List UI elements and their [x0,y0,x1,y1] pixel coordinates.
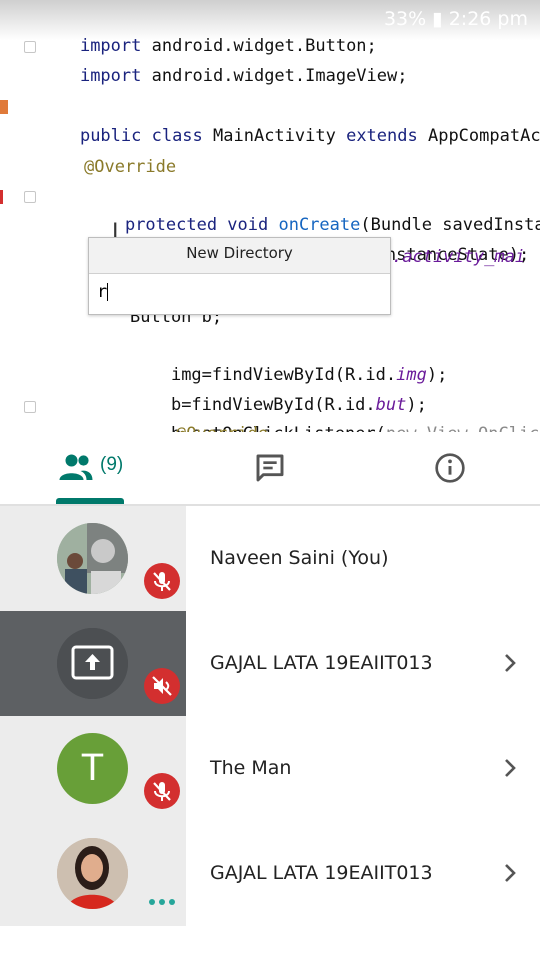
volume-muted-icon [144,668,180,704]
participant-tile [0,611,186,716]
active-tab-indicator [56,498,124,504]
code-line: b.setOnClickListener(new View.OnClick [130,392,540,432]
shared-screen: import android.widget.Button; import and… [0,0,540,432]
participant-tile: T [0,716,186,821]
participant-row[interactable]: Naveen Saini (You) [0,506,540,611]
tab-chat[interactable] [230,432,310,504]
tab-people[interactable]: (9) [40,432,150,504]
avatar [57,523,128,594]
code-line: @Override [176,420,268,432]
people-icon [59,454,93,480]
participant-row[interactable]: GAJAL LATA 19EAIIT013 [0,821,540,926]
presenting-icon [57,628,128,699]
fold-icon[interactable] [24,401,36,413]
new-directory-dialog: New Directory r [88,237,391,315]
code-text: ); [426,365,448,385]
code-text: AppCompatAc [427,126,540,146]
avatar-photo [57,838,128,909]
info-icon [435,453,465,483]
participant-tile [0,506,186,611]
participant-count: (9) [100,454,124,475]
directory-name-input[interactable]: r [97,282,109,302]
participant-name: GAJAL LATA 19EAIIT013 [210,652,433,674]
avatar-letter: T [80,747,105,789]
code-line: protected void onCreate(Bundle savedInst… [84,183,540,235]
avatar [57,838,128,909]
tab-info[interactable] [410,432,490,504]
directory-name-value: r [97,282,108,302]
chevron-right-icon[interactable] [498,861,522,885]
avatar: T [57,733,128,804]
avatar [57,628,128,699]
chevron-right-icon[interactable] [498,756,522,780]
code-text: new View.OnClick [386,424,540,432]
status-indicators: 33% ▮ 2:26 pm [383,8,528,30]
code-line: b=findViewById(R.id.but); [130,363,427,415]
code-keyword: public class [79,126,214,146]
code-line: img=findViewById(R.id.img); [130,333,447,385]
code-keyword: import [79,66,152,86]
participant-tile [0,821,186,926]
participant-name: The Man [210,757,292,779]
code-text: MainActivity [213,126,347,146]
mic-muted-icon [144,773,180,809]
status-bar: 33% ▮ 2:26 pm [0,0,540,40]
participant-row[interactable]: T The Man [0,716,540,821]
participant-row[interactable]: GAJAL LATA 19EAIIT013 [0,611,540,716]
code-keyword: extends [346,126,428,146]
gutter-marker [0,100,8,114]
participant-name: GAJAL LATA 19EAIIT013 [210,862,433,884]
code-line: .activity_mai [392,247,526,267]
avatar-photo [57,523,128,594]
code-line: @Override [84,157,177,177]
dialog-title: New Directory [89,238,390,274]
input-caret [107,283,109,301]
gutter-marker [0,190,3,204]
participant-name: Naveen Saini (You) [210,547,389,569]
chat-icon [256,454,284,482]
participant-tabs: (9) [0,432,540,506]
fold-icon[interactable] [24,41,36,53]
code-text: android.widget.ImageView; [151,66,408,86]
chevron-right-icon[interactable] [498,651,522,675]
code-line: public class MainActivity extends AppCom… [39,94,540,146]
mic-muted-icon [144,563,180,599]
fold-icon[interactable] [24,191,36,203]
more-icon[interactable] [148,897,178,907]
